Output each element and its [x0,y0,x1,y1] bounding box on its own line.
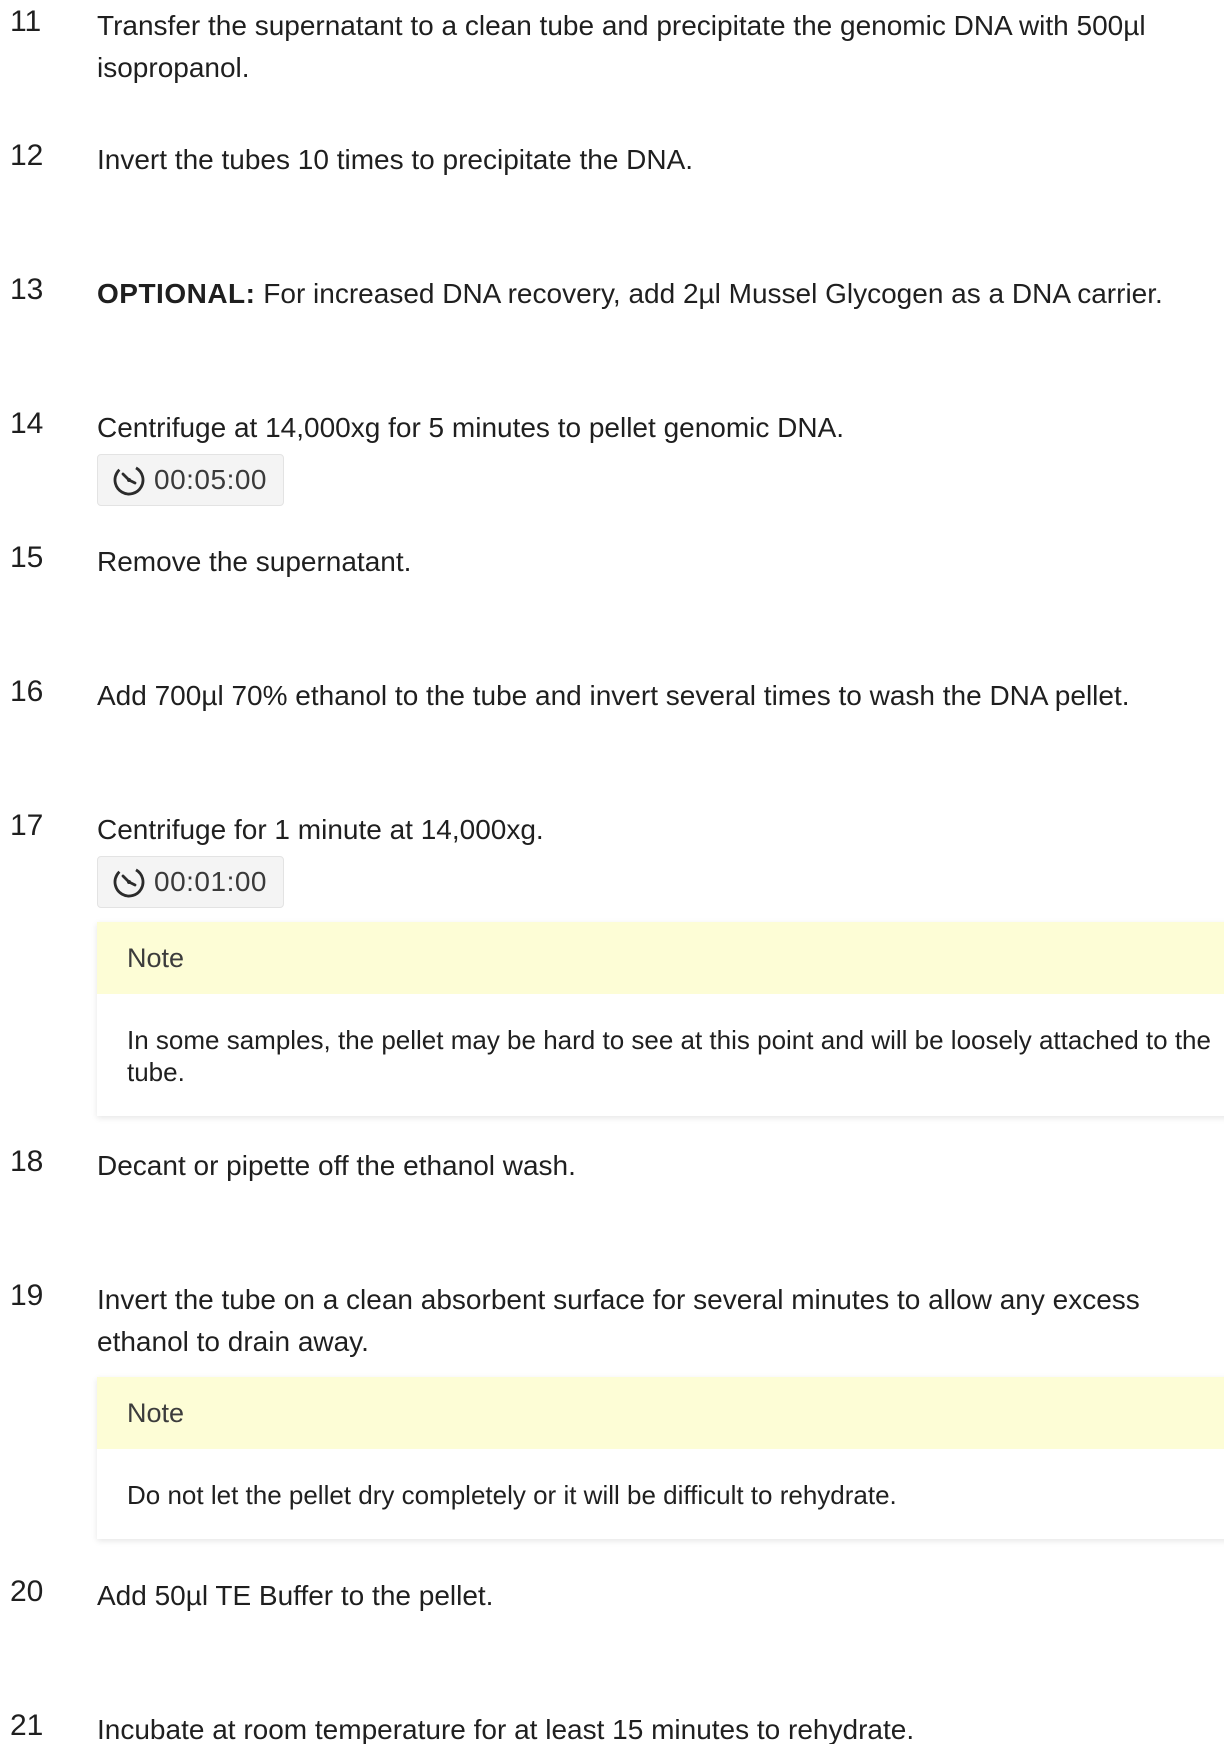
step-number: 14 [10,407,44,440]
step-body: Centrifuge at 14,000xg for 5 minutes to … [97,407,1224,506]
step-text: Transfer the supernatant to a clean tube… [97,10,1146,83]
note-box: Note Do not let the pellet dry completel… [97,1377,1224,1539]
step-number: 16 [10,675,44,708]
step-text: Add 50µl TE Buffer to the pellet. [97,1580,494,1611]
timer-value: 00:05:00 [154,464,267,495]
step-number: 20 [10,1575,44,1608]
optional-label: OPTIONAL: [97,278,256,309]
timer-value: 00:01:00 [154,866,267,897]
step-body: OPTIONAL: For increased DNA recovery, ad… [97,273,1224,315]
step-number: 12 [10,139,44,172]
step-body: Decant or pipette off the ethanol wash. [97,1145,1224,1187]
step-text: Remove the supernatant. [97,546,412,577]
step-text: Centrifuge at 14,000xg for 5 minutes to … [97,412,845,443]
step-body: Invert the tube on a clean absorbent sur… [97,1279,1224,1539]
step-text: Add 700µl 70% ethanol to the tube and in… [97,680,1130,711]
step-number: 18 [10,1145,44,1178]
step-body: Remove the supernatant. [97,541,1224,583]
step-number: 17 [10,809,44,842]
step-body: Invert the tubes 10 times to precipitate… [97,139,1224,181]
step-number: 15 [10,541,44,574]
note-text: In some samples, the pellet may be hard … [127,1025,1211,1087]
note-text: Do not let the pellet dry completely or … [127,1480,897,1510]
step-body: Add 700µl 70% ethanol to the tube and in… [97,675,1224,717]
timer-icon [113,866,145,898]
timer-button[interactable]: 00:05:00 [97,454,284,506]
step-body: Add 50µl TE Buffer to the pellet. [97,1575,1224,1617]
step-text: Decant or pipette off the ethanol wash. [97,1150,576,1181]
step-body: Centrifuge for 1 minute at 14,000xg. 00:… [97,809,1224,1116]
timer-button[interactable]: 00:01:00 [97,856,284,908]
step-text: Invert the tube on a clean absorbent sur… [97,1284,1140,1357]
note-box: Note In some samples, the pellet may be … [97,922,1224,1116]
step-body: Incubate at room temperature for at leas… [97,1709,1224,1744]
step-text-rest: For increased DNA recovery, add 2µl Muss… [255,278,1163,309]
step-number: 11 [10,5,42,38]
note-title: Note [97,1377,1224,1449]
note-title: Note [97,922,1224,994]
step-number: 21 [10,1709,44,1742]
step-text: Invert the tubes 10 times to precipitate… [97,144,694,175]
protocol-steps-page: 11 Transfer the supernatant to a clean t… [0,0,1224,1744]
step-body: Transfer the supernatant to a clean tube… [97,5,1224,89]
step-text: Centrifuge for 1 minute at 14,000xg. [97,814,544,845]
step-text: OPTIONAL: For increased DNA recovery, ad… [97,273,1224,315]
timer-icon [113,464,145,496]
step-text: Incubate at room temperature for at leas… [97,1714,915,1744]
step-number: 19 [10,1279,44,1312]
step-number: 13 [10,273,44,306]
